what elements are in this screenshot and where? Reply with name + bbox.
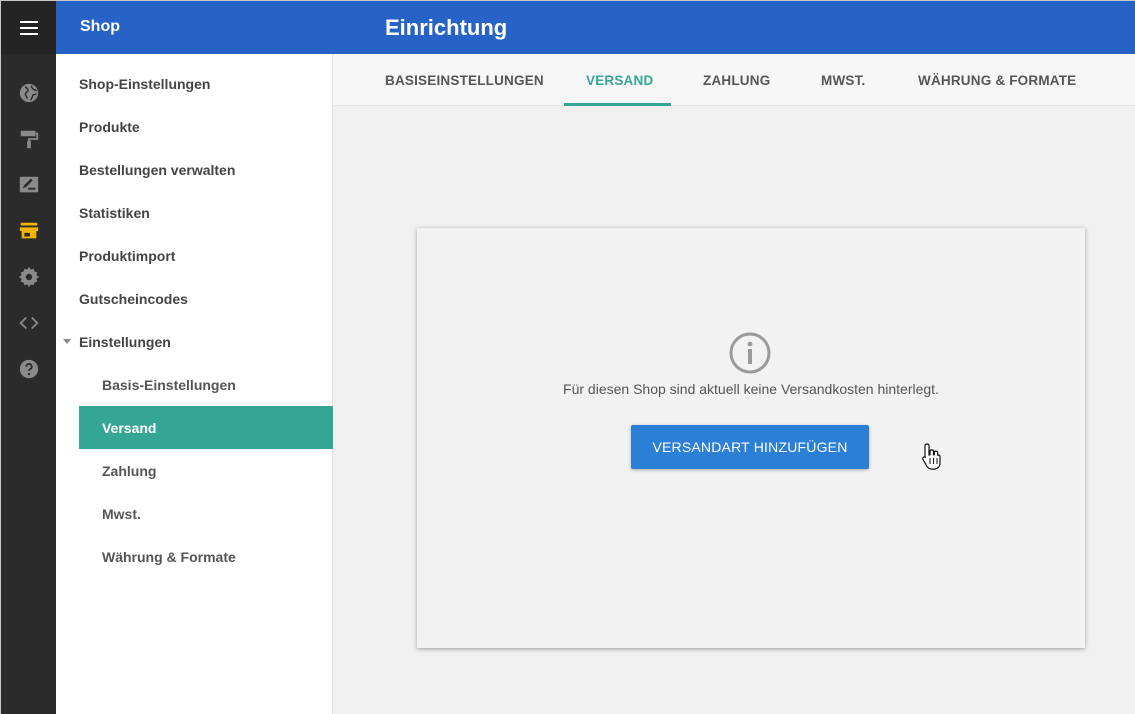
paint-roller-icon[interactable] — [17, 127, 41, 151]
globe-icon[interactable] — [17, 81, 41, 105]
add-shipping-method-button[interactable]: VERSANDART HINZUFÜGEN — [631, 425, 869, 469]
content-area: Für diesen Shop sind aktuell keine Versa… — [333, 106, 1135, 714]
nav-item-gutscheincodes[interactable]: Gutscheincodes — [79, 277, 333, 320]
nav-item-einstellungen[interactable]: Einstellungen — [63, 320, 333, 363]
nav-sub-zahlung[interactable]: Zahlung — [79, 449, 333, 492]
tab-waehrung-formate[interactable]: WÄHRUNG & FORMATE — [918, 54, 1076, 106]
nav-sub-basis-einstellungen[interactable]: Basis-Einstellungen — [79, 363, 333, 406]
nav-item-produktimport[interactable]: Produktimport — [79, 234, 333, 277]
shop-title: Shop — [80, 18, 120, 35]
page-title: Einrichtung — [385, 15, 508, 40]
nav-sub-mwst[interactable]: Mwst. — [79, 492, 333, 535]
tab-versand[interactable]: VERSAND — [586, 54, 653, 106]
navigation-panel: Shop-Einstellungen Produkte Bestellungen… — [56, 54, 333, 714]
nav-item-produkte[interactable]: Produkte — [79, 105, 333, 148]
nav-item-statistiken[interactable]: Statistiken — [79, 191, 333, 234]
top-header: Shop Einrichtung — [56, 1, 1135, 54]
info-icon — [729, 332, 771, 374]
nav-item-bestellungen[interactable]: Bestellungen verwalten — [79, 148, 333, 191]
hand-cursor-icon — [922, 443, 941, 470]
nav-item-shop-einstellungen[interactable]: Shop-Einstellungen — [79, 62, 333, 105]
icon-rail — [1, 1, 56, 714]
tab-mwst[interactable]: MWST. — [821, 54, 866, 106]
tab-basiseinstellungen[interactable]: BASISEINSTELLUNGEN — [385, 54, 544, 106]
nav-sub-waehrung-formate[interactable]: Währung & Formate — [79, 535, 333, 578]
store-icon[interactable] — [17, 219, 41, 243]
caret-down-icon — [63, 339, 71, 344]
empty-state-message: Für diesen Shop sind aktuell keine Versa… — [563, 381, 939, 397]
nav-sub-versand[interactable]: Versand — [79, 406, 333, 449]
help-icon[interactable] — [17, 357, 41, 381]
code-icon[interactable] — [17, 311, 41, 335]
gear-icon[interactable] — [17, 265, 41, 289]
empty-state-card: Für diesen Shop sind aktuell keine Versa… — [417, 228, 1085, 648]
menu-button[interactable] — [1, 1, 56, 54]
menu-icon — [19, 20, 38, 35]
tab-bar: BASISEINSTELLUNGEN VERSAND ZAHLUNG MWST.… — [333, 54, 1135, 106]
nav-item-label: Einstellungen — [79, 333, 171, 350]
tab-zahlung[interactable]: ZAHLUNG — [703, 54, 770, 106]
edit-icon[interactable] — [17, 173, 41, 197]
